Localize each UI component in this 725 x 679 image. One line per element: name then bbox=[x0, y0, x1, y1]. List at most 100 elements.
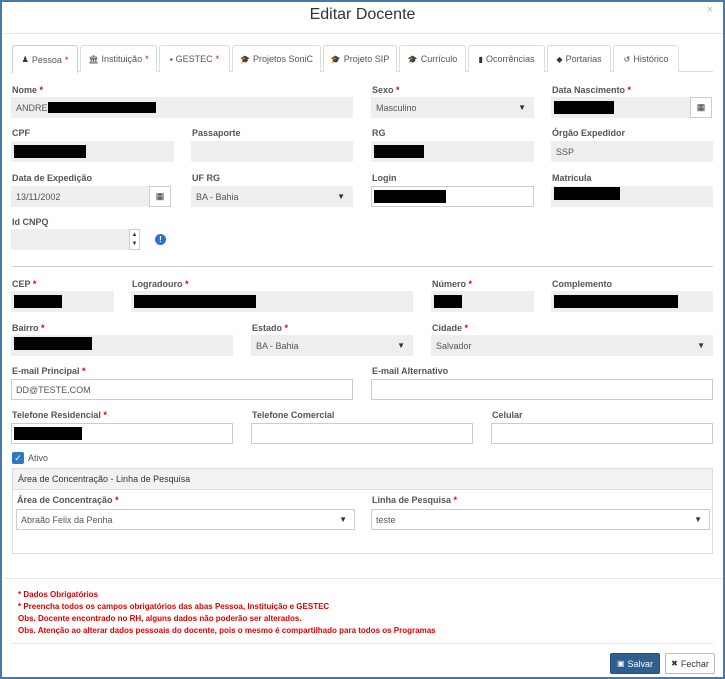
data-expedicao-field[interactable]: 13/11/2002 bbox=[11, 186, 151, 207]
tab-pessoa[interactable]: ♟ Pessoa * bbox=[12, 45, 78, 73]
data-nascimento-label: Data Nascimento * bbox=[552, 85, 632, 95]
email-alternativo-field[interactable] bbox=[371, 379, 713, 400]
chevron-down-icon: ▼ bbox=[337, 192, 345, 201]
id-cnpq-field[interactable] bbox=[11, 229, 129, 250]
telefone-comercial-field[interactable] bbox=[251, 423, 473, 444]
sexo-label: Sexo * bbox=[372, 85, 400, 95]
matricula-label: Matrícula bbox=[552, 173, 592, 183]
cep-field[interactable] bbox=[11, 291, 114, 312]
telefone-residencial-field[interactable] bbox=[11, 423, 233, 444]
telefone-residencial-label: Telefone Residencial * bbox=[12, 410, 107, 420]
cep-label: CEP * bbox=[12, 279, 37, 289]
tab-label: Projeto SIP bbox=[343, 54, 390, 64]
uf-rg-label: UF RG bbox=[192, 173, 220, 183]
tab-ocorrencias[interactable]: ▮ Ocorrências bbox=[468, 45, 545, 72]
tab-label: GESTEC bbox=[175, 54, 213, 64]
orgao-expedidor-field[interactable]: SSP bbox=[551, 141, 713, 162]
graduation-cap-icon: 🎓 bbox=[240, 54, 250, 64]
chevron-down-icon: ▼ bbox=[397, 341, 405, 350]
tab-label: Histórico bbox=[633, 54, 669, 64]
nome-field[interactable]: ANDRE bbox=[11, 97, 353, 118]
rg-label: RG bbox=[372, 128, 386, 138]
required-marker: * bbox=[145, 54, 149, 64]
complemento-field[interactable] bbox=[551, 291, 713, 312]
numero-field[interactable] bbox=[431, 291, 534, 312]
edit-teacher-modal: Editar Docente × ♟ Pessoa * 🏛 Instituiçã… bbox=[0, 0, 725, 679]
nome-label: Nome * bbox=[12, 85, 44, 95]
login-field[interactable] bbox=[371, 186, 534, 207]
cidade-label: Cidade * bbox=[432, 323, 469, 333]
orgao-expedidor-label: Órgão Expedidor bbox=[552, 128, 626, 138]
uf-rg-select[interactable]: BA - Bahia ▼ bbox=[191, 186, 353, 207]
close-button[interactable]: ✖ Fechar bbox=[665, 653, 715, 674]
area-concentracao-select[interactable]: Abraão Felix da Penha ▼ bbox=[16, 509, 355, 530]
cpf-field[interactable] bbox=[11, 141, 174, 162]
cidade-select[interactable]: Salvador ▼ bbox=[431, 335, 713, 356]
redacted-block bbox=[554, 295, 678, 308]
tab-historico[interactable]: ↺ Histórico bbox=[613, 45, 679, 72]
tab-projetos-sonic[interactable]: 🎓 Projetos SoniC bbox=[232, 45, 321, 72]
close-icon: ✖ bbox=[671, 659, 678, 668]
cpf-label: CPF bbox=[12, 128, 30, 138]
data-nascimento-field[interactable] bbox=[551, 97, 692, 118]
tab-curriculo[interactable]: 🎓 Currículo bbox=[399, 45, 466, 72]
note-line: Obs. Atenção ao alterar dados pessoais d… bbox=[18, 626, 436, 635]
tab-gestec[interactable]: ▪ GESTEC * bbox=[159, 45, 230, 72]
chevron-down-icon: ▼ bbox=[339, 515, 347, 524]
login-label: Login bbox=[372, 173, 397, 183]
matricula-field[interactable] bbox=[551, 186, 713, 207]
button-divider bbox=[12, 643, 713, 644]
passaporte-label: Passaporte bbox=[192, 128, 241, 138]
chevron-down-icon: ▼ bbox=[697, 341, 705, 350]
user-icon: ♟ bbox=[21, 55, 29, 64]
save-icon: ▣ bbox=[616, 659, 625, 668]
info-icon[interactable]: ! bbox=[155, 234, 166, 245]
tab-portarias[interactable]: ◆ Portarias bbox=[547, 45, 611, 72]
chevron-down-icon: ▼ bbox=[694, 515, 702, 524]
data-expedicao-label: Data de Expedição bbox=[12, 173, 93, 183]
tab-label: Projetos SoniC bbox=[252, 54, 313, 64]
close-icon[interactable]: × bbox=[707, 4, 713, 16]
note-line: Obs. Docente encontrado no RH, alguns da… bbox=[18, 614, 302, 623]
tab-label: Currículo bbox=[420, 54, 458, 64]
modal-title: Editar Docente bbox=[309, 6, 416, 23]
passaporte-field[interactable] bbox=[191, 141, 353, 162]
estado-label: Estado * bbox=[252, 323, 289, 333]
bairro-field[interactable] bbox=[11, 335, 233, 356]
spin-up-icon[interactable]: ▲ bbox=[132, 232, 138, 238]
estado-select[interactable]: BA - Bahia ▼ bbox=[251, 335, 413, 356]
area-concentracao-label: Área de Concentração * bbox=[17, 495, 119, 505]
tab-projeto-sip[interactable]: 🎓 Projeto SIP bbox=[323, 45, 397, 72]
note-line: * Preencha todos os campos obrigatórios … bbox=[18, 602, 330, 611]
celular-field[interactable] bbox=[491, 423, 713, 444]
redacted-block bbox=[374, 190, 446, 203]
logradouro-field[interactable] bbox=[131, 291, 413, 312]
redacted-block bbox=[14, 295, 62, 308]
save-button[interactable]: ▣ Salvar bbox=[610, 653, 660, 674]
section-divider bbox=[12, 266, 713, 267]
area-concentracao-panel: Área de Concentração - Linha de Pesquisa… bbox=[12, 468, 713, 554]
redacted-block bbox=[554, 187, 620, 200]
calendar-icon[interactable]: ▦ bbox=[149, 186, 171, 207]
redacted-block bbox=[14, 337, 92, 350]
linha-pesquisa-select[interactable]: teste ▼ bbox=[371, 509, 710, 530]
spin-down-icon[interactable]: ▼ bbox=[132, 241, 138, 247]
number-stepper[interactable]: ▲ ▼ bbox=[129, 229, 140, 250]
ativo-checkbox[interactable]: ✓ bbox=[12, 452, 24, 464]
panel-title: Área de Concentração - Linha de Pesquisa bbox=[13, 469, 712, 490]
tab-instituicao[interactable]: 🏛 Instituição * bbox=[80, 45, 157, 72]
linha-pesquisa-label: Linha de Pesquisa * bbox=[372, 495, 458, 505]
email-principal-field[interactable]: DD@TESTE.COM bbox=[11, 379, 353, 400]
redacted-block bbox=[14, 427, 82, 440]
redacted-block bbox=[14, 145, 86, 158]
complemento-label: Complemento bbox=[552, 279, 613, 289]
chevron-down-icon: ▼ bbox=[518, 103, 526, 112]
redacted-block bbox=[434, 295, 462, 308]
redacted-block bbox=[47, 102, 156, 113]
sexo-select[interactable]: Masculino ▼ bbox=[371, 97, 534, 118]
ativo-label: Ativo bbox=[28, 453, 49, 463]
calendar-icon[interactable]: ▦ bbox=[690, 97, 712, 118]
rg-field[interactable] bbox=[371, 141, 534, 162]
book-icon: ▮ bbox=[478, 54, 483, 64]
telefone-comercial-label: Telefone Comercial bbox=[252, 410, 335, 420]
